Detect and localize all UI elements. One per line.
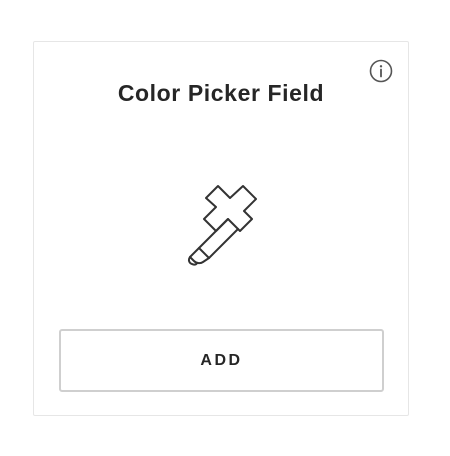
add-button[interactable]: ADD xyxy=(59,329,384,392)
eyedropper-icon xyxy=(172,172,272,272)
color-picker-field-card: Color Picker Field ADD xyxy=(33,41,409,416)
card-title: Color Picker Field xyxy=(117,80,325,106)
